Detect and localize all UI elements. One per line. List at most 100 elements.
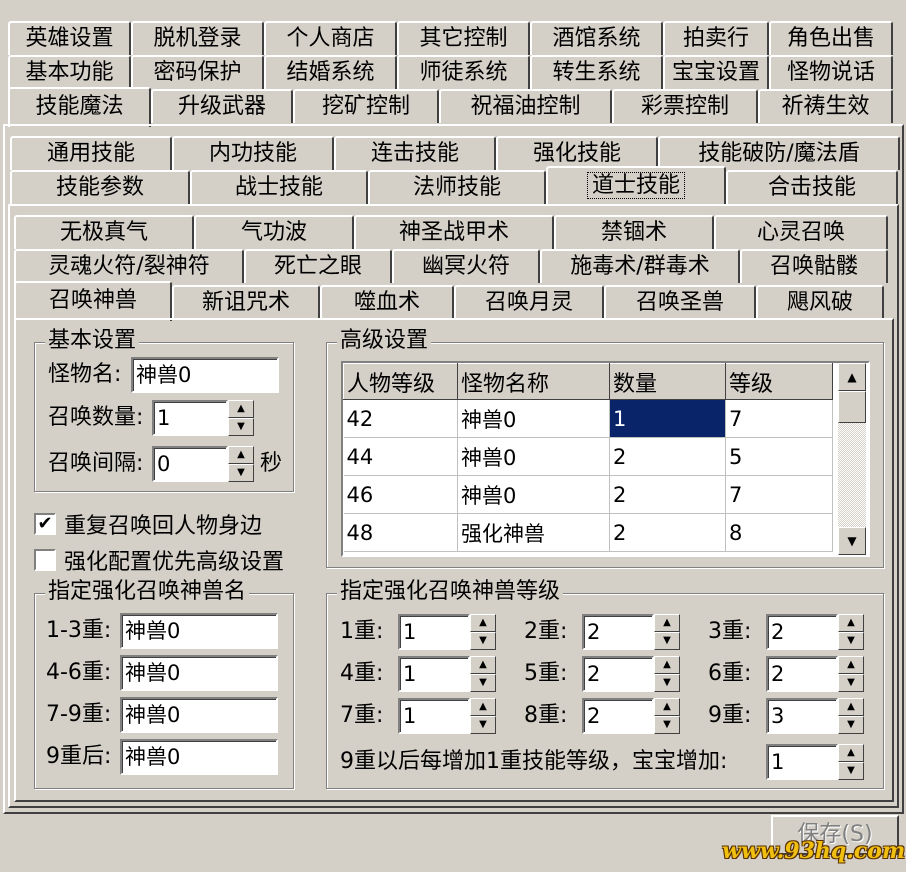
level-spinner-8[interactable]: 2 ▲ ▼	[582, 698, 680, 734]
level-spinner-5[interactable]: 2 ▲ ▼	[582, 656, 680, 692]
cell-monster-name[interactable]: 神兽0	[457, 475, 610, 514]
level-spinner-4[interactable]: 1 ▲ ▼	[398, 656, 496, 692]
cell-monster-name[interactable]: 强化神兽	[457, 513, 610, 552]
cell-level[interactable]: 5	[725, 437, 833, 476]
cell-count-selected[interactable]: 1	[609, 399, 726, 438]
advanced-grid[interactable]: 人物等级 怪物名称 数量 等级 42 神兽0 1 7 44 神兽0 2 5 46…	[341, 361, 870, 557]
tab-general-skills[interactable]: 通用技能	[10, 136, 172, 170]
level-input-6[interactable]: 2	[766, 656, 838, 692]
tab-mentor-system[interactable]: 师徒系统	[397, 55, 530, 89]
tab-blood-drain[interactable]: 噬血术	[320, 285, 454, 319]
spin-down-icon[interactable]: ▼	[838, 632, 864, 650]
spin-down-icon[interactable]: ▼	[838, 762, 864, 780]
tab-prayer-effect[interactable]: 祈祷生效	[758, 89, 893, 123]
cell-player-level[interactable]: 44	[343, 437, 458, 476]
summon-interval-spinner[interactable]: 0 ▲ ▼	[152, 446, 254, 482]
level-input-1[interactable]: 1	[398, 614, 470, 650]
level-input-7[interactable]: 1	[398, 698, 470, 734]
tab-death-eye[interactable]: 死亡之眼	[244, 249, 392, 283]
tab-monster-speech[interactable]: 怪物说话	[769, 55, 893, 89]
spin-down-icon[interactable]: ▼	[470, 632, 496, 650]
tab-hero-settings[interactable]: 英雄设置	[8, 21, 131, 55]
spin-down-icon[interactable]: ▼	[654, 716, 680, 734]
tab-character-sale[interactable]: 角色出售	[769, 21, 893, 55]
scroll-up-icon[interactable]: ▲	[838, 363, 866, 391]
tab-basic-functions[interactable]: 基本功能	[8, 55, 131, 89]
tab-summon-moon-spirit[interactable]: 召唤月灵	[454, 285, 604, 319]
level-input-5[interactable]: 2	[582, 656, 654, 692]
scroll-down-icon[interactable]: ▼	[838, 527, 866, 555]
tab-rebirth-system[interactable]: 转生系统	[530, 55, 663, 89]
cell-count[interactable]: 2	[609, 513, 726, 552]
spin-up-icon[interactable]: ▲	[838, 656, 864, 674]
spin-down-icon[interactable]: ▼	[228, 464, 254, 482]
level-spinner-7[interactable]: 1 ▲ ▼	[398, 698, 496, 734]
spin-down-icon[interactable]: ▼	[838, 716, 864, 734]
cell-count[interactable]: 2	[609, 475, 726, 514]
tab-skill-magic[interactable]: 技能魔法	[8, 87, 151, 127]
tab-other-control[interactable]: 其它控制	[397, 21, 530, 55]
spin-up-icon[interactable]: ▲	[838, 698, 864, 716]
table-row[interactable]: 44 神兽0 2 5	[343, 437, 833, 476]
column-header-count[interactable]: 数量	[609, 363, 726, 400]
after9-input[interactable]: 1	[766, 744, 838, 780]
spin-down-icon[interactable]: ▼	[654, 632, 680, 650]
tab-imprison[interactable]: 禁锢术	[554, 215, 714, 249]
tab-pet-settings[interactable]: 宝宝设置	[663, 55, 769, 89]
cell-level[interactable]: 8	[725, 513, 833, 552]
enhanced-name-input-3[interactable]: 神兽0	[120, 697, 278, 733]
after9-spinner[interactable]: 1 ▲ ▼	[766, 744, 864, 780]
tab-mining-control[interactable]: 挖矿控制	[293, 89, 439, 123]
tab-blessing-oil[interactable]: 祝福油控制	[439, 89, 612, 123]
spin-down-icon[interactable]: ▼	[470, 674, 496, 692]
level-input-2[interactable]: 2	[582, 614, 654, 650]
check-icon[interactable]: ✔	[34, 513, 56, 535]
tab-enhance-skills[interactable]: 强化技能	[496, 136, 658, 170]
level-spinner-9[interactable]: 3 ▲ ▼	[766, 698, 864, 734]
tab-skill-params[interactable]: 技能参数	[10, 170, 190, 204]
tab-summon-holy-beast[interactable]: 召唤圣兽	[604, 285, 756, 319]
enhanced-name-input-2[interactable]: 神兽0	[120, 655, 278, 691]
tab-holy-armor[interactable]: 神圣战甲术	[354, 215, 554, 249]
checkbox-empty-icon[interactable]	[34, 549, 56, 571]
tab-warrior-skills[interactable]: 战士技能	[190, 170, 368, 204]
cell-player-level[interactable]: 48	[343, 513, 458, 552]
table-row[interactable]: 42 神兽0 1 7	[343, 399, 833, 438]
cell-player-level[interactable]: 42	[343, 399, 458, 438]
tab-mind-summon[interactable]: 心灵召唤	[714, 215, 888, 249]
cell-monster-name[interactable]: 神兽0	[457, 437, 610, 476]
tab-soul-fire-charm[interactable]: 灵魂火符/裂神符	[14, 249, 244, 283]
tab-offline-login[interactable]: 脱机登录	[131, 21, 264, 55]
column-header-level[interactable]: 等级	[725, 363, 833, 400]
cell-count[interactable]: 2	[609, 437, 726, 476]
tab-summon-skeleton[interactable]: 召唤骷髅	[740, 249, 888, 283]
tab-nether-fire[interactable]: 幽冥火符	[392, 249, 540, 283]
level-spinner-1[interactable]: 1 ▲ ▼	[398, 614, 496, 650]
cell-player-level[interactable]: 46	[343, 475, 458, 514]
level-input-9[interactable]: 3	[766, 698, 838, 734]
level-input-3[interactable]: 2	[766, 614, 838, 650]
tab-password-protect[interactable]: 密码保护	[131, 55, 264, 89]
spin-up-icon[interactable]: ▲	[228, 446, 254, 464]
summon-interval-input[interactable]: 0	[152, 446, 228, 482]
tab-combo-skills[interactable]: 连击技能	[334, 136, 496, 170]
tab-upgrade-weapon[interactable]: 升级武器	[151, 89, 293, 123]
spin-up-icon[interactable]: ▲	[654, 698, 680, 716]
repeat-summon-checkbox[interactable]: ✔ 重复召唤回人物身边	[34, 508, 262, 540]
level-spinner-3[interactable]: 2 ▲ ▼	[766, 614, 864, 650]
tab-lottery-control[interactable]: 彩票控制	[612, 89, 758, 123]
tab-hurricane-break[interactable]: 飓风破	[756, 285, 884, 319]
spin-down-icon[interactable]: ▼	[228, 418, 254, 436]
spin-up-icon[interactable]: ▲	[654, 614, 680, 632]
spin-up-icon[interactable]: ▲	[228, 400, 254, 418]
tab-auction-house[interactable]: 拍卖行	[663, 21, 769, 55]
spin-down-icon[interactable]: ▼	[654, 674, 680, 692]
tab-taoist-skills[interactable]: 道士技能	[546, 166, 726, 204]
summon-count-input[interactable]: 1	[152, 400, 228, 436]
tab-personal-shop[interactable]: 个人商店	[264, 21, 397, 55]
tab-poison[interactable]: 施毒术/群毒术	[540, 249, 740, 283]
tab-mage-skills[interactable]: 法师技能	[368, 170, 546, 204]
tab-new-curse[interactable]: 新诅咒术	[172, 285, 320, 319]
tab-internal-skills[interactable]: 内功技能	[172, 136, 334, 170]
table-row[interactable]: 46 神兽0 2 7	[343, 475, 833, 514]
